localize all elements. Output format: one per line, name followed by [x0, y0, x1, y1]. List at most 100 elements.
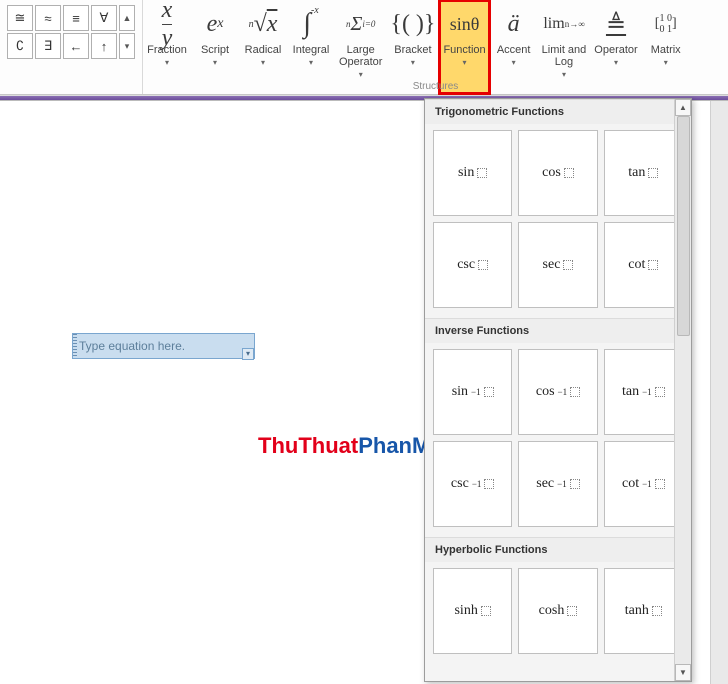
placeholder-box	[477, 168, 487, 178]
operator-label: Operator	[594, 44, 637, 56]
symbols-panel: ≅ ≈ ≡ ∀ ▲ ∁ ∃ ← ↑ ▾	[0, 0, 143, 94]
fraction-label: Fraction	[147, 44, 187, 56]
symbols-row-1: ≅ ≈ ≡ ∀ ▲	[6, 4, 136, 32]
placeholder-box	[655, 479, 665, 489]
symbol-exists[interactable]: ∃	[35, 33, 61, 59]
func-cosh[interactable]: cosh	[518, 568, 597, 654]
function-dropdown: Trigonometric Functions sin cos tan csc …	[424, 98, 692, 682]
placeholder-box	[570, 387, 580, 397]
chevron-down-icon: ▾	[165, 58, 169, 67]
symbol-complement[interactable]: ∁	[7, 33, 33, 59]
func-tan[interactable]: tan	[604, 130, 683, 216]
symbol-identical[interactable]: ≡	[63, 5, 89, 31]
radical-label: Radical	[245, 44, 282, 56]
structures-group-label: Structures	[143, 81, 728, 92]
fraction-button[interactable]: xy Fraction ▾	[143, 0, 191, 94]
func-csc[interactable]: csc	[433, 222, 512, 308]
script-label: Script	[201, 44, 229, 56]
chevron-down-icon: ▾	[664, 58, 668, 67]
bracket-icon: {( )}	[390, 4, 435, 44]
equation-placeholder-box[interactable]: Type equation here. ▾	[72, 333, 255, 359]
placeholder-box	[478, 260, 488, 270]
chevron-down-icon: ▾	[512, 58, 516, 67]
chevron-down-icon: ▾	[411, 58, 415, 67]
func-atan[interactable]: tan−1	[604, 349, 683, 435]
bracket-button[interactable]: {( )} Bracket ▾	[386, 0, 439, 94]
matrix-button[interactable]: [1 00 1] Matrix ▾	[642, 0, 690, 94]
placeholder-box	[564, 168, 574, 178]
dropdown-scrollbar[interactable]: ▲ ▼	[674, 99, 691, 681]
ribbon: ≅ ≈ ≡ ∀ ▲ ∁ ∃ ← ↑ ▾ xy Fraction ▾ ex Scr…	[0, 0, 728, 95]
integral-icon: ∫-x	[303, 4, 318, 44]
func-asin[interactable]: sin−1	[433, 349, 512, 435]
bracket-label: Bracket	[394, 44, 431, 56]
section-trig-grid: sin cos tan csc sec cot	[425, 124, 691, 318]
func-acot[interactable]: cot−1	[604, 441, 683, 527]
chevron-down-icon: ▾	[614, 58, 618, 67]
large-operator-button[interactable]: nΣi=0 Large Operator ▾	[335, 0, 386, 94]
func-sec[interactable]: sec	[518, 222, 597, 308]
large-operator-label: Large Operator	[339, 44, 382, 68]
watermark-part1: ThuThuat	[258, 433, 358, 458]
placeholder-box	[655, 387, 665, 397]
chevron-down-icon: ▾	[359, 70, 363, 79]
func-acos[interactable]: cos−1	[518, 349, 597, 435]
window-scrollbar[interactable]	[710, 101, 728, 684]
symbol-forall[interactable]: ∀	[91, 5, 117, 31]
func-cos[interactable]: cos	[518, 130, 597, 216]
symbol-left-arrow[interactable]: ←	[63, 33, 89, 59]
function-button[interactable]: sinθ Function ▾	[439, 0, 489, 94]
symbol-up-arrow[interactable]: ↑	[91, 33, 117, 59]
chevron-down-icon: ▾	[463, 58, 467, 67]
section-hyperbolic-title: Hyperbolic Functions	[425, 537, 691, 562]
symbols-scroll-up[interactable]: ▲	[119, 5, 135, 31]
func-cot[interactable]: cot	[604, 222, 683, 308]
limit-icon: limn→∞	[543, 4, 584, 44]
func-acsc[interactable]: csc−1	[433, 441, 512, 527]
accent-label: Accent	[497, 44, 531, 56]
scroll-thumb[interactable]	[677, 116, 690, 336]
placeholder-box	[648, 260, 658, 270]
func-tanh[interactable]: tanh	[604, 568, 683, 654]
scroll-down-button[interactable]: ▼	[675, 664, 691, 681]
radical-icon: n√x	[249, 4, 278, 44]
section-hyperbolic-grid: sinh cosh tanh	[425, 562, 691, 664]
func-asec[interactable]: sec−1	[518, 441, 597, 527]
symbol-congruent[interactable]: ≅	[7, 5, 33, 31]
symbols-row-2: ∁ ∃ ← ↑ ▾	[6, 32, 136, 60]
function-label: Function	[443, 44, 485, 56]
equation-move-handle[interactable]	[73, 334, 77, 358]
equation-options-dropdown[interactable]: ▾	[242, 348, 254, 360]
equation-placeholder-text: Type equation here.	[79, 339, 185, 353]
integral-button[interactable]: ∫-x Integral ▾	[287, 0, 335, 94]
matrix-label: Matrix	[651, 44, 681, 56]
structures-panel: xy Fraction ▾ ex Script ▾ n√x Radical ▾ …	[143, 0, 728, 94]
symbol-approx[interactable]: ≈	[35, 5, 61, 31]
large-operator-icon: nΣi=0	[346, 4, 375, 44]
chevron-down-icon: ▾	[213, 58, 217, 67]
symbols-expand[interactable]: ▾	[119, 33, 135, 59]
accent-icon: ä	[508, 4, 520, 44]
function-icon: sinθ	[450, 4, 480, 44]
matrix-icon: [1 00 1]	[655, 4, 677, 44]
limit-and-log-button[interactable]: limn→∞ Limit and Log ▾	[538, 0, 591, 94]
placeholder-box	[484, 387, 494, 397]
scroll-up-button[interactable]: ▲	[675, 99, 691, 116]
func-sin[interactable]: sin	[433, 130, 512, 216]
placeholder-box	[484, 479, 494, 489]
placeholder-box	[570, 479, 580, 489]
function-dropdown-body: Trigonometric Functions sin cos tan csc …	[425, 99, 691, 681]
placeholder-box	[652, 606, 662, 616]
chevron-down-icon: ▾	[309, 58, 313, 67]
chevron-down-icon: ▾	[562, 70, 566, 79]
section-inverse-title: Inverse Functions	[425, 318, 691, 343]
section-inverse-grid: sin−1 cos−1 tan−1 csc−1 sec−1 cot−1	[425, 343, 691, 537]
operator-button[interactable]: ≜ Operator ▾	[590, 0, 641, 94]
script-button[interactable]: ex Script ▾	[191, 0, 239, 94]
placeholder-box	[567, 606, 577, 616]
func-sinh[interactable]: sinh	[433, 568, 512, 654]
accent-button[interactable]: ä Accent ▾	[490, 0, 538, 94]
limit-and-log-label: Limit and Log	[542, 44, 587, 68]
radical-button[interactable]: n√x Radical ▾	[239, 0, 287, 94]
placeholder-box	[481, 606, 491, 616]
